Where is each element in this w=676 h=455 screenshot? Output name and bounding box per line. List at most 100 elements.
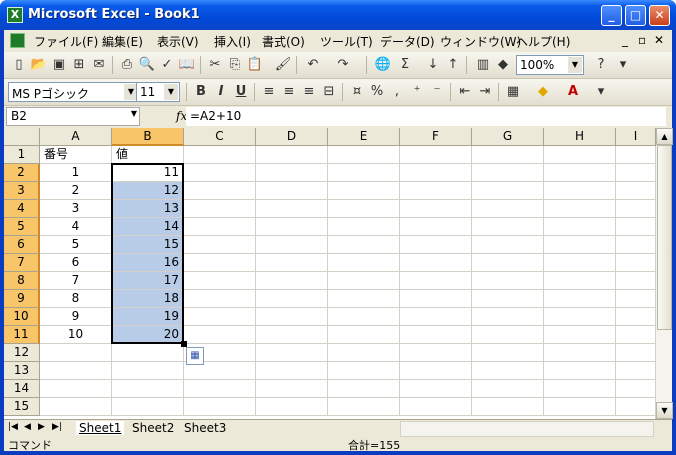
cell-g2[interactable]: [472, 164, 544, 182]
menu-view[interactable]: 表示(V): [157, 33, 199, 50]
row-header-14[interactable]: 14: [4, 380, 40, 398]
cell-e1[interactable]: [328, 146, 400, 164]
cell-h7[interactable]: [544, 254, 616, 272]
cell-d6[interactable]: [256, 236, 328, 254]
column-header-d[interactable]: D: [256, 128, 328, 146]
cell-i1[interactable]: [616, 146, 656, 164]
column-header-c[interactable]: C: [184, 128, 256, 146]
last-sheet-icon[interactable]: ▶|: [52, 422, 62, 432]
cell-d9[interactable]: [256, 290, 328, 308]
cell-f10[interactable]: [400, 308, 472, 326]
print-preview-icon[interactable]: 🔍: [138, 56, 156, 74]
cell-f2[interactable]: [400, 164, 472, 182]
vertical-scrollbar[interactable]: ▲ ▼: [655, 128, 673, 419]
cell-i3[interactable]: [616, 182, 656, 200]
merge-center-icon[interactable]: ⊟: [320, 83, 338, 101]
font-size-combo[interactable]: 11 ▼: [136, 82, 180, 102]
horizontal-scrollbar[interactable]: [400, 421, 654, 437]
cell-h8[interactable]: [544, 272, 616, 290]
cell-i5[interactable]: [616, 218, 656, 236]
increase-decimal-icon[interactable]: ⁺: [408, 83, 426, 101]
cell-f6[interactable]: [400, 236, 472, 254]
cell-c4[interactable]: [184, 200, 256, 218]
print-icon[interactable]: ⎙: [118, 56, 136, 74]
cell-i14[interactable]: [616, 380, 656, 398]
toolbar-options-icon[interactable]: ▾: [614, 56, 632, 74]
cell-f11[interactable]: [400, 326, 472, 344]
row-header-3[interactable]: 3: [4, 182, 40, 200]
column-header-f[interactable]: F: [400, 128, 472, 146]
row-header-6[interactable]: 6: [4, 236, 40, 254]
increase-indent-icon[interactable]: ⇥: [476, 83, 494, 101]
currency-icon[interactable]: ¤: [348, 83, 366, 101]
cell-c10[interactable]: [184, 308, 256, 326]
cell-a15[interactable]: [40, 398, 112, 416]
cell-h4[interactable]: [544, 200, 616, 218]
menu-data[interactable]: データ(D): [380, 33, 435, 50]
cell-h3[interactable]: [544, 182, 616, 200]
cell-f9[interactable]: [400, 290, 472, 308]
cell-a8[interactable]: 7: [40, 272, 112, 290]
tab-sheet1[interactable]: Sheet1: [76, 421, 125, 435]
cell-c11[interactable]: [184, 326, 256, 344]
column-header-e[interactable]: E: [328, 128, 400, 146]
cell-i8[interactable]: [616, 272, 656, 290]
tab-sheet3[interactable]: Sheet3: [184, 421, 226, 435]
cell-b3[interactable]: 12: [112, 182, 184, 200]
row-header-12[interactable]: 12: [4, 344, 40, 362]
comma-button[interactable]: ,: [388, 83, 406, 101]
cell-d2[interactable]: [256, 164, 328, 182]
cut-icon[interactable]: ✂: [206, 56, 224, 74]
close-button[interactable]: ✕: [649, 5, 670, 26]
cell-h10[interactable]: [544, 308, 616, 326]
cell-f5[interactable]: [400, 218, 472, 236]
cell-g5[interactable]: [472, 218, 544, 236]
cell-h5[interactable]: [544, 218, 616, 236]
cell-i10[interactable]: [616, 308, 656, 326]
cell-c9[interactable]: [184, 290, 256, 308]
cell-i11[interactable]: [616, 326, 656, 344]
cell-g13[interactable]: [472, 362, 544, 380]
row-header-13[interactable]: 13: [4, 362, 40, 380]
row-header-10[interactable]: 10: [4, 308, 40, 326]
menu-help[interactable]: ヘルプ(H): [516, 33, 570, 50]
cell-f14[interactable]: [400, 380, 472, 398]
cell-b12[interactable]: [112, 344, 184, 362]
cell-f3[interactable]: [400, 182, 472, 200]
cell-d11[interactable]: [256, 326, 328, 344]
fill-color-icon[interactable]: ◆: [534, 83, 552, 101]
row-header-2[interactable]: 2: [4, 164, 40, 182]
cell-g6[interactable]: [472, 236, 544, 254]
cell-a5[interactable]: 4: [40, 218, 112, 236]
cell-g7[interactable]: [472, 254, 544, 272]
cell-i13[interactable]: [616, 362, 656, 380]
formula-input[interactable]: =A2+10: [186, 107, 666, 126]
cell-a9[interactable]: 8: [40, 290, 112, 308]
cell-b2[interactable]: 11: [112, 164, 184, 182]
align-center-icon[interactable]: ≡: [280, 83, 298, 101]
row-header-11[interactable]: 11: [4, 326, 40, 344]
cell-a12[interactable]: [40, 344, 112, 362]
row-header-7[interactable]: 7: [4, 254, 40, 272]
mdi-restore-button[interactable]: ▫: [638, 33, 646, 47]
cell-a6[interactable]: 5: [40, 236, 112, 254]
cell-e14[interactable]: [328, 380, 400, 398]
hyperlink-icon[interactable]: 🌐: [374, 56, 392, 74]
cell-c1[interactable]: [184, 146, 256, 164]
undo-icon[interactable]: ↶: [304, 56, 322, 74]
cell-i15[interactable]: [616, 398, 656, 416]
decrease-decimal-icon[interactable]: ⁻: [428, 83, 446, 101]
chevron-down-icon[interactable]: ▼: [131, 109, 137, 118]
font-color-icon[interactable]: A: [564, 83, 582, 101]
cell-b13[interactable]: [112, 362, 184, 380]
cell-i9[interactable]: [616, 290, 656, 308]
cell-h11[interactable]: [544, 326, 616, 344]
menu-format[interactable]: 書式(O): [262, 33, 305, 50]
autosum-icon[interactable]: Σ: [396, 56, 414, 74]
row-header-1[interactable]: 1: [4, 146, 40, 164]
cell-e12[interactable]: [328, 344, 400, 362]
cell-a3[interactable]: 2: [40, 182, 112, 200]
cell-d7[interactable]: [256, 254, 328, 272]
cell-d5[interactable]: [256, 218, 328, 236]
save-icon[interactable]: ▣: [50, 56, 68, 74]
